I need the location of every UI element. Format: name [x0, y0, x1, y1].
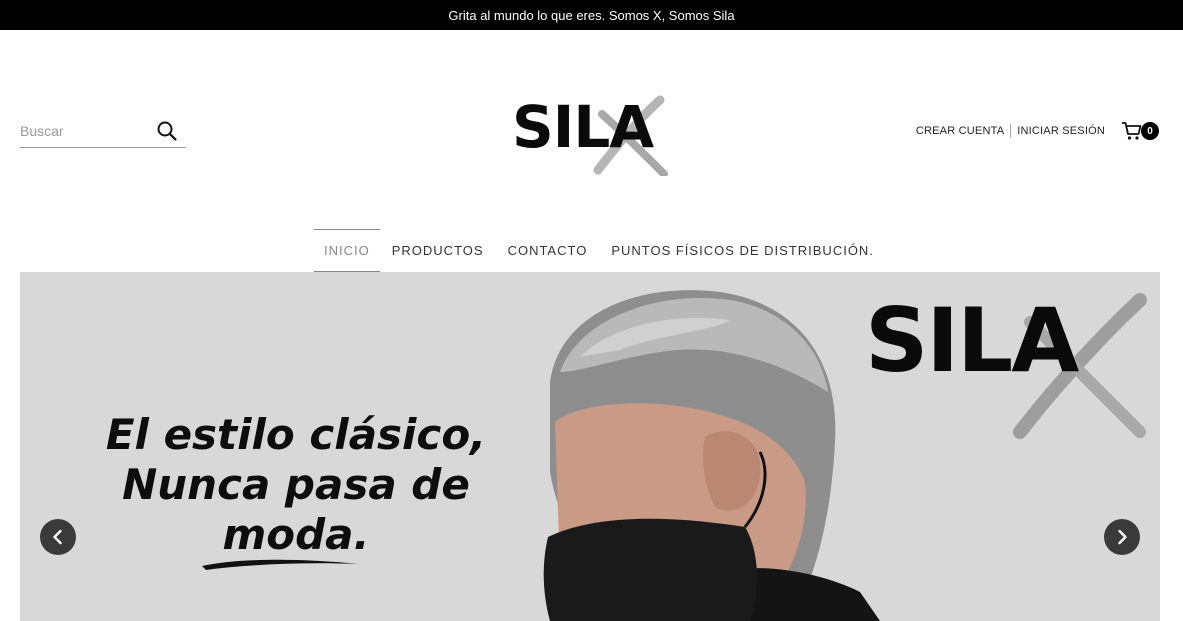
create-account-link[interactable]: CREAR CUENTA: [916, 125, 1004, 137]
headline-line-2: Nunca pasa de: [122, 460, 470, 509]
nav-item-inicio[interactable]: INICIO: [314, 229, 380, 272]
search-box: [20, 114, 186, 148]
hero-headline: El estilo clásico, Nunca pasa de moda.: [86, 410, 506, 560]
slider-prev-button[interactable]: [40, 519, 76, 555]
main-nav: INICIO PRODUCTOS CONTACTO PUNTOS FÍSICOS…: [314, 229, 886, 272]
login-link[interactable]: INICIAR SESIÓN: [1017, 125, 1105, 137]
chevron-left-icon: [53, 529, 62, 545]
headline-line-1: El estilo clásico,: [105, 410, 487, 459]
chevron-right-icon: [1118, 529, 1127, 545]
nav-item-contacto[interactable]: CONTACTO: [496, 229, 600, 272]
nav-item-productos[interactable]: PRODUCTOS: [380, 229, 496, 272]
hero-slider: El estilo clásico, Nunca pasa de moda. S…: [20, 272, 1160, 621]
cart-icon: [1122, 122, 1142, 140]
divider: [1010, 124, 1012, 138]
search-input[interactable]: [20, 115, 150, 146]
cart-button[interactable]: 0: [1121, 118, 1159, 144]
account-links: CREAR CUENTA INICIAR SESIÓN 0: [916, 118, 1159, 144]
site-logo[interactable]: SILA: [510, 92, 675, 180]
cart-count-badge: 0: [1141, 122, 1159, 140]
announcement-bar: Grita al mundo lo que eres. Somos X, Som…: [0, 0, 1183, 30]
nav-item-puntos-fisicos[interactable]: PUNTOS FÍSICOS DE DISTRIBUCIÓN.: [599, 229, 886, 272]
hero-logo-text: SILA: [865, 289, 1079, 392]
slider-next-button[interactable]: [1104, 519, 1140, 555]
headline-line-3: moda.: [222, 510, 370, 559]
brush-underline: [202, 559, 358, 570]
search-icon[interactable]: [156, 120, 178, 142]
logo-text: SILA: [512, 93, 654, 161]
announcement-text: Grita al mundo lo que eres. Somos X, Som…: [448, 7, 735, 23]
